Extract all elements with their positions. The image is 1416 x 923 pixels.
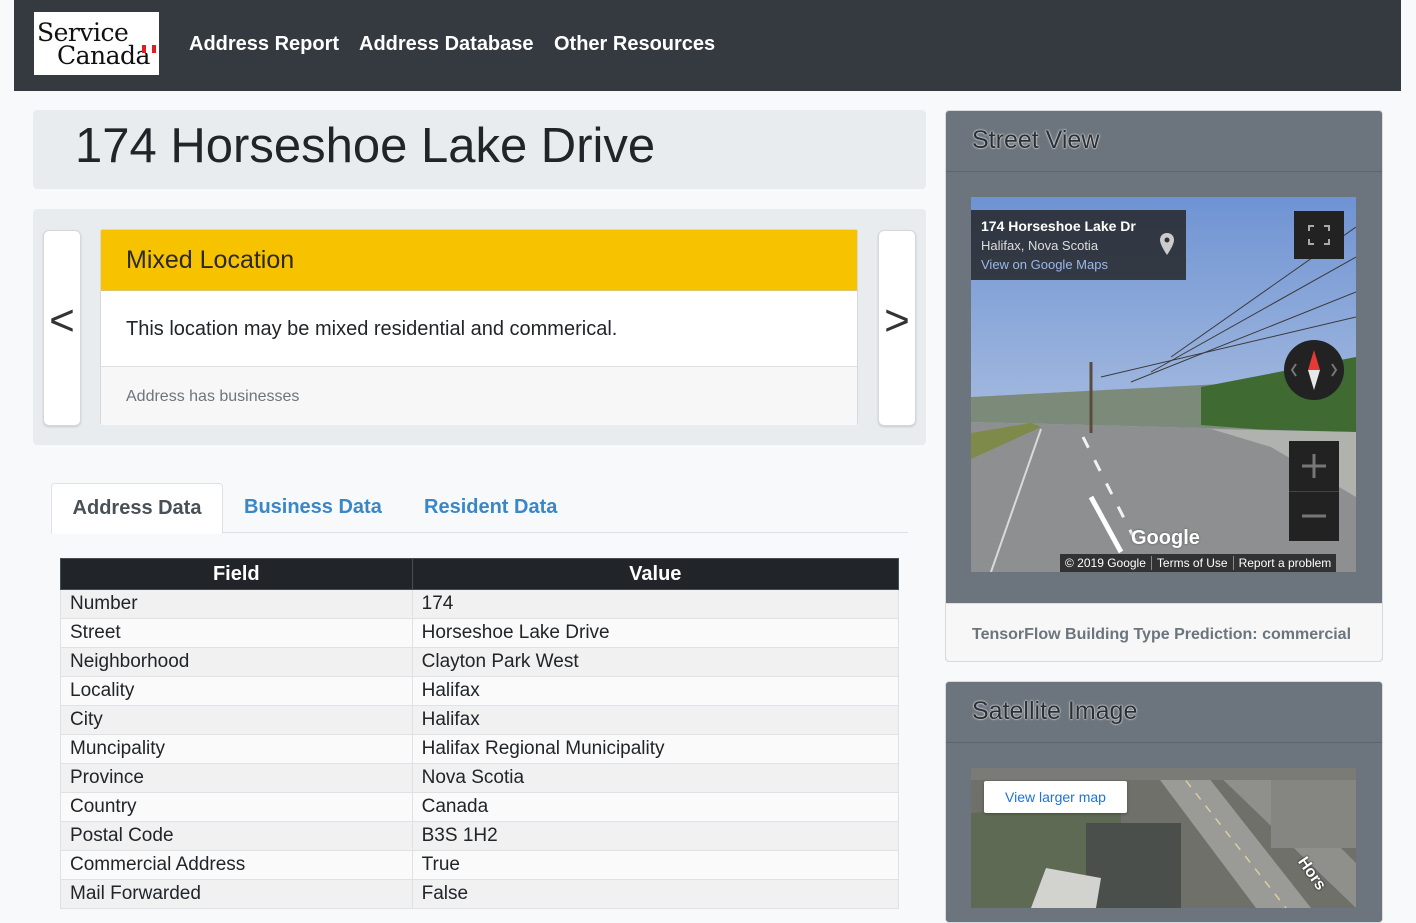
satellite-map[interactable]: View larger map Hors	[971, 768, 1356, 908]
field-cell: Mail Forwarded	[60, 879, 413, 909]
tab-resident-data[interactable]: Resident Data	[424, 483, 557, 531]
card-body-text: This location may be mixed residential a…	[126, 318, 618, 340]
street-view-city: Halifax, Nova Scotia	[981, 238, 1099, 253]
service-canada-logo[interactable]: Service Canada	[34, 12, 159, 75]
value-cell: Canada	[411, 792, 900, 822]
table-row: Postal Code B3S 1H2	[60, 821, 900, 851]
field-cell: Number	[60, 589, 413, 619]
value-cell: False	[411, 879, 900, 909]
value-cell: True	[411, 850, 900, 880]
field-cell: Province	[60, 763, 413, 793]
table-row: Street Horseshoe Lake Drive	[60, 618, 900, 648]
field-cell: Commercial Address	[60, 850, 413, 880]
street-view-address: 174 Horseshoe Lake Dr	[981, 218, 1136, 234]
top-navbar: Service Canada Address Report Address Da…	[14, 0, 1401, 91]
logo-text-line2: Canada	[57, 41, 150, 70]
card-footer-text: Address has businesses	[126, 388, 300, 405]
field-cell: Muncipality	[60, 734, 413, 764]
card-header-title: Mixed Location	[126, 246, 295, 274]
street-view-image[interactable]: 174 Horseshoe Lake Dr Halifax, Nova Scot…	[971, 197, 1356, 572]
table-row: Number 174	[60, 589, 900, 619]
value-cell: Horseshoe Lake Drive	[411, 618, 900, 648]
street-view-header: Street View	[946, 111, 1382, 172]
zoom-in-button[interactable]	[1289, 441, 1339, 492]
report-problem-link[interactable]: Report a problem	[1232, 556, 1337, 570]
street-view-info-box: 174 Horseshoe Lake Dr Halifax, Nova Scot…	[971, 210, 1186, 280]
nav-other-resources[interactable]: Other Resources	[554, 33, 715, 56]
field-cell: City	[60, 705, 413, 735]
title-jumbotron: 174 Horseshoe Lake Drive	[33, 110, 926, 189]
alert-carousel: < Mixed Location This location may be mi…	[33, 209, 926, 445]
table-row: City Halifax	[60, 705, 900, 735]
value-cell: Clayton Park West	[411, 647, 900, 677]
page-title: 174 Horseshoe Lake Drive	[75, 119, 656, 173]
map-attribution-bar: © 2019 Google Terms of Use Report a proble…	[1060, 554, 1337, 572]
fullscreen-button[interactable]	[1294, 211, 1344, 259]
table-row: Country Canada	[60, 792, 900, 822]
address-data-table: Field Value Number 174 Street Horseshoe La…	[60, 558, 900, 909]
zoom-out-button[interactable]	[1289, 492, 1339, 541]
column-header-field: Field	[60, 558, 413, 590]
google-watermark: Google	[1131, 527, 1200, 549]
column-header-value: Value	[411, 558, 900, 590]
street-view-footer: TensorFlow Building Type Prediction: com…	[946, 603, 1382, 661]
value-cell: 174	[411, 589, 900, 619]
card-footer: Address has businesses	[101, 366, 857, 425]
card-header: Mixed Location	[101, 230, 857, 291]
value-cell: Halifax Regional Municipality	[411, 734, 900, 764]
street-view-title: Street View	[972, 126, 1100, 154]
table-row: Commercial Address True	[60, 850, 900, 880]
compass-button[interactable]	[1284, 340, 1344, 400]
carousel-next-button[interactable]: >	[878, 230, 916, 426]
copyright-text: © 2019 Google	[1065, 556, 1146, 570]
fullscreen-icon	[1308, 225, 1330, 245]
field-cell: Country	[60, 792, 413, 822]
value-cell: Nova Scotia	[411, 763, 900, 793]
plus-icon	[1302, 454, 1326, 478]
table-row: Mail Forwarded False	[60, 879, 900, 909]
minus-icon	[1302, 514, 1326, 518]
street-view-panel: Street View 174 Horseshoe Lake Dr Halifa…	[945, 110, 1383, 662]
table-row: Locality Halifax	[60, 676, 900, 706]
map-pin-icon[interactable]	[1159, 232, 1175, 256]
table-row: Province Nova Scotia	[60, 763, 900, 793]
canada-flag-icon	[142, 45, 156, 53]
view-on-google-maps-link[interactable]: View on Google Maps	[981, 257, 1108, 272]
building-type-prediction: TensorFlow Building Type Prediction: com…	[972, 626, 1352, 643]
value-cell: Halifax	[411, 676, 900, 706]
satellite-header: Satellite Image	[946, 682, 1382, 743]
field-cell: Locality	[60, 676, 413, 706]
field-cell: Postal Code	[60, 821, 413, 851]
table-header-row: Field Value	[60, 558, 900, 590]
terms-of-use-link[interactable]: Terms of Use	[1150, 556, 1233, 570]
satellite-panel: Satellite Image View larger map Hors	[945, 681, 1383, 923]
location-card: Mixed Location This location may be mixe…	[100, 229, 858, 425]
value-cell: B3S 1H2	[411, 821, 900, 851]
table-row: Neighborhood Clayton Park West	[60, 647, 900, 677]
field-cell: Neighborhood	[60, 647, 413, 677]
satellite-title: Satellite Image	[972, 697, 1138, 725]
carousel-prev-button[interactable]: <	[43, 230, 81, 426]
tab-address-data[interactable]: Address Data	[51, 483, 223, 534]
nav-address-report[interactable]: Address Report	[189, 33, 339, 56]
nav-address-database[interactable]: Address Database	[359, 33, 534, 56]
compass-icon	[1290, 350, 1338, 390]
tab-business-data[interactable]: Business Data	[244, 483, 382, 531]
data-tabs: Address Data Business Data Resident Data	[51, 483, 908, 534]
table-row: Muncipality Halifax Regional Municipality	[60, 734, 900, 764]
value-cell: Halifax	[411, 705, 900, 735]
view-larger-map-button[interactable]: View larger map	[984, 781, 1127, 813]
field-cell: Street	[60, 618, 413, 648]
